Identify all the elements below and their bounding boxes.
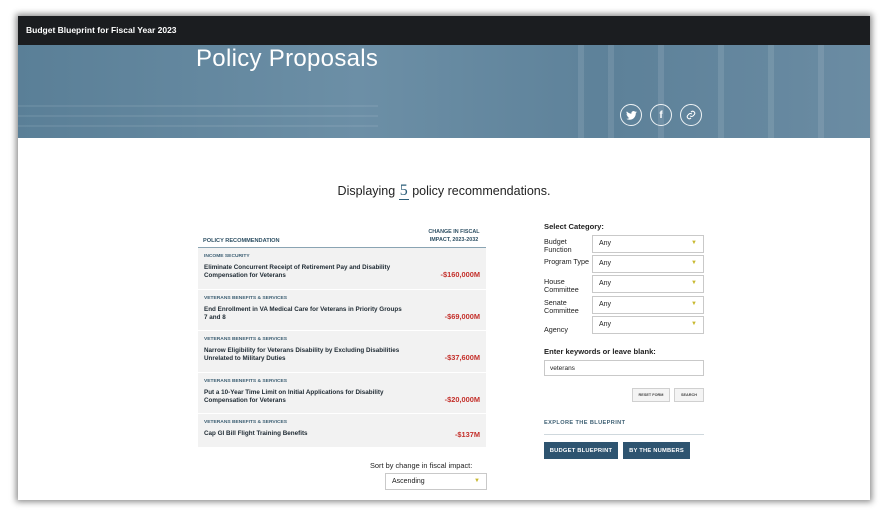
results-prefix: Displaying	[337, 184, 396, 198]
facebook-icon[interactable]: f	[650, 104, 672, 126]
filter-panel: Select Category: Budget Function Any ▼ P…	[544, 222, 706, 334]
top-bar: Budget Blueprint for Fiscal Year 2023	[18, 16, 870, 45]
filter-budget-function: Budget Function Any ▼	[544, 235, 706, 253]
table-row[interactable]: VETERANS BENEFITS & SERVICES Cap GI Bill…	[198, 414, 486, 448]
row-title[interactable]: Narrow Eligibility for Veterans Disabili…	[204, 347, 404, 363]
table-header: POLICY RECOMMENDATION CHANGE IN FISCAL I…	[198, 218, 486, 248]
row-title[interactable]: Eliminate Concurrent Receipt of Retireme…	[204, 264, 404, 280]
row-title[interactable]: Put a 10-Year Time Limit on Initial Appl…	[204, 389, 404, 405]
results-number: 5	[398, 182, 409, 200]
link-icon[interactable]	[680, 104, 702, 126]
budget-blueprint-button[interactable]: BUDGET BLUEPRINT	[544, 442, 618, 459]
banner-column	[718, 45, 724, 138]
filter-program-type: Program Type Any ▼	[544, 255, 706, 273]
browser-page: Budget Blueprint for Fiscal Year 2023 Po…	[18, 16, 870, 500]
row-title[interactable]: End Enrollment in VA Medical Care for Ve…	[204, 306, 404, 322]
search-button[interactable]: SEARCH	[674, 388, 704, 402]
row-category: VETERANS BENEFITS & SERVICES	[204, 378, 288, 384]
chevron-down-icon: ▼	[691, 280, 697, 286]
col-recommendation: POLICY RECOMMENDATION	[203, 238, 280, 244]
row-impact: -$160,000M	[440, 270, 480, 279]
chevron-down-icon: ▼	[474, 478, 480, 484]
filter-label: Budget Function	[544, 237, 572, 254]
chevron-down-icon: ▼	[691, 260, 697, 266]
select-value: Any	[599, 240, 612, 247]
agency-select[interactable]: Any ▼	[592, 316, 704, 334]
site-title[interactable]: Budget Blueprint for Fiscal Year 2023	[26, 25, 177, 35]
filter-label: Senate Committee	[544, 298, 579, 315]
table-row[interactable]: VETERANS BENEFITS & SERVICES Narrow Elig…	[198, 331, 486, 373]
row-impact: -$37,600M	[444, 353, 480, 362]
program-type-select[interactable]: Any ▼	[592, 255, 704, 273]
table-row[interactable]: VETERANS BENEFITS & SERVICES End Enrollm…	[198, 289, 486, 331]
by-the-numbers-button[interactable]: BY THE NUMBERS	[623, 442, 690, 459]
chevron-down-icon: ▼	[691, 240, 697, 246]
filter-label: Agency	[544, 325, 568, 334]
filter-label: House Committee	[544, 277, 579, 294]
keywords-label: Enter keywords or leave blank:	[544, 347, 656, 356]
filter-house-committee: House Committee Any ▼	[544, 275, 706, 293]
row-title[interactable]: Cap GI Bill Flight Training Benefits	[204, 430, 404, 438]
page-title: Policy Proposals	[196, 45, 379, 72]
banner-column	[768, 45, 774, 138]
select-value: Any	[599, 260, 612, 267]
banner-column	[818, 45, 824, 138]
col-impact: CHANGE IN FISCAL IMPACT, 2023-2032	[428, 229, 480, 243]
row-category: INCOME SECURITY	[204, 254, 250, 259]
select-value: Any	[599, 321, 612, 328]
select-category-title: Select Category:	[544, 222, 604, 231]
hero-banner: Policy Proposals f	[18, 45, 870, 138]
sort-label: Sort by change in fiscal impact:	[370, 461, 473, 470]
sort-select[interactable]: Ascending ▼	[385, 473, 487, 490]
divider	[544, 434, 704, 435]
results-count: Displaying 5 policy recommendations.	[18, 182, 870, 200]
explore-title: EXPLORE THE BLUEPRINT	[544, 420, 626, 426]
select-value: Any	[599, 301, 612, 308]
table-row[interactable]: INCOME SECURITY Eliminate Concurrent Rec…	[198, 248, 486, 290]
results-suffix: policy recommendations.	[412, 184, 551, 198]
chevron-down-icon: ▼	[691, 301, 697, 307]
banner-step	[18, 125, 378, 127]
chevron-down-icon: ▼	[691, 321, 697, 327]
row-impact: -$20,000M	[444, 394, 480, 404]
row-impact: -$137M	[454, 430, 480, 439]
row-category: VETERANS BENEFITS & SERVICES	[204, 295, 288, 301]
budget-function-select[interactable]: Any ▼	[592, 235, 704, 253]
recommendations-table: POLICY RECOMMENDATION CHANGE IN FISCAL I…	[198, 218, 486, 448]
filter-label: Program Type	[544, 257, 590, 266]
banner-column	[578, 45, 584, 138]
filter-agency: Agency Any ▼	[544, 316, 706, 334]
row-category: VETERANS BENEFITS & SERVICES	[204, 420, 288, 425]
row-impact: -$69,000M	[444, 311, 480, 321]
sort-value: Ascending	[392, 478, 425, 485]
filter-senate-committee: Senate Committee Any ▼	[544, 296, 706, 314]
twitter-icon[interactable]	[620, 104, 642, 126]
banner-column	[608, 45, 614, 138]
table-row[interactable]: VETERANS BENEFITS & SERVICES Put a 10-Ye…	[198, 372, 486, 414]
keywords-input[interactable]: veterans	[544, 360, 704, 376]
house-committee-select[interactable]: Any ▼	[592, 275, 704, 293]
banner-step	[18, 105, 378, 107]
select-value: Any	[599, 280, 612, 287]
row-category: VETERANS BENEFITS & SERVICES	[204, 337, 288, 342]
banner-step	[18, 115, 378, 117]
senate-committee-select[interactable]: Any ▼	[592, 296, 704, 314]
reset-form-button[interactable]: RESET FORM	[632, 388, 670, 402]
